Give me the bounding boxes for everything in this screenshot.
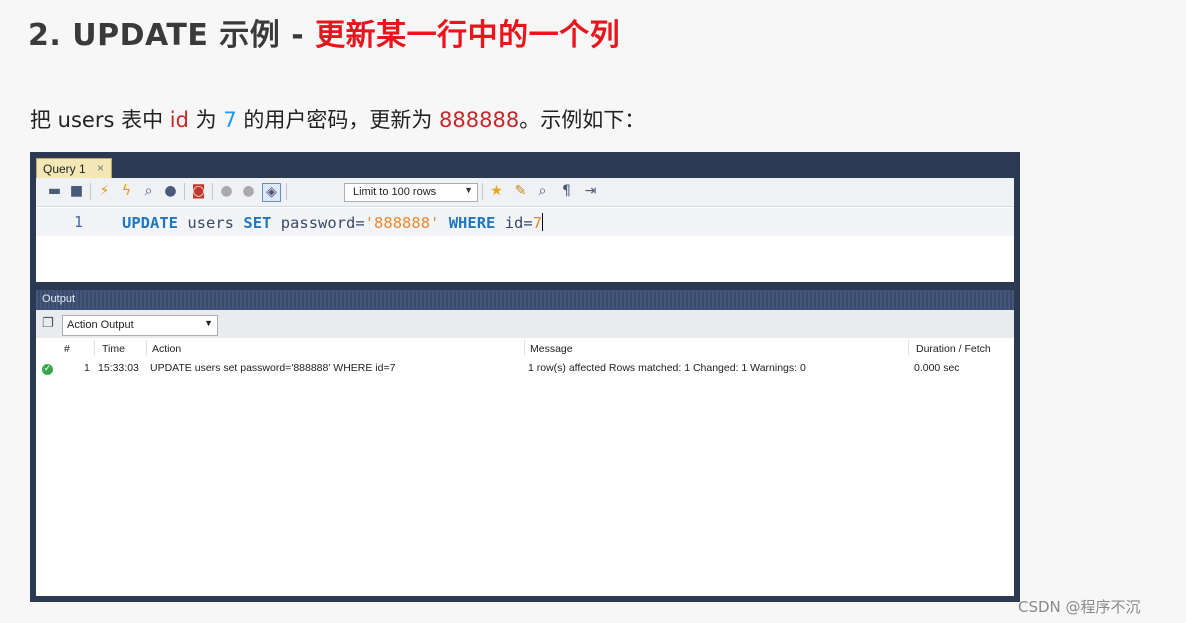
column-divider	[94, 340, 95, 356]
string-literal: '888888'	[364, 214, 440, 232]
stop-icon[interactable]: ●	[162, 183, 179, 200]
condition-value: 7	[532, 214, 543, 232]
beautify-icon[interactable]: ✎	[512, 183, 529, 200]
chevron-down-icon: ▼	[464, 185, 473, 195]
output-type-value: Action Output	[67, 319, 134, 331]
open-folder-icon[interactable]: ▬	[46, 183, 63, 200]
limit-rows-value: Limit to 100 rows	[353, 186, 437, 198]
heading-prefix: 2. UPDATE 示例 -	[28, 18, 316, 53]
column-header-time[interactable]: Time	[102, 343, 125, 355]
toolbar-separator	[90, 183, 91, 200]
copy-icon[interactable]: ❐	[42, 316, 54, 331]
row-duration: 0.000 sec	[914, 362, 960, 374]
execute-current-icon[interactable]: ϟ	[118, 183, 135, 200]
column-assign: password=	[280, 214, 365, 232]
row-time: 15:33:03	[98, 362, 139, 374]
execute-icon[interactable]: ⚡	[96, 183, 113, 200]
query-tab[interactable]: Query 1 ×	[36, 158, 112, 179]
success-check-icon: ✓	[42, 364, 53, 375]
condition: id=	[504, 214, 533, 232]
find-icon[interactable]: ⌕	[534, 183, 551, 200]
invisible-chars-icon[interactable]: ¶	[558, 183, 575, 200]
favorite-icon[interactable]: ★	[488, 183, 505, 200]
watermark: CSDN @程序不沉	[1018, 598, 1141, 616]
toolbar-separator	[482, 183, 483, 200]
wrap-lines-icon[interactable]: ⇥	[582, 183, 599, 200]
toggle-error-icon[interactable]: ◙	[190, 183, 207, 200]
close-icon[interactable]: ×	[97, 161, 104, 175]
row-num: 1	[84, 362, 90, 374]
intro-part3: 的用户密码，更新为	[236, 108, 440, 132]
column-header-duration[interactable]: Duration / Fetch	[916, 343, 991, 355]
line-number: 1	[74, 213, 84, 231]
sql-statement[interactable]: UPDATE users SET password='888888' WHERE…	[122, 213, 544, 232]
commit-icon[interactable]: ●	[218, 183, 235, 200]
column-divider	[524, 340, 525, 356]
intro-id-value: 7	[223, 108, 237, 132]
keyword-set: SET	[243, 214, 272, 232]
column-header-message[interactable]: Message	[530, 343, 573, 355]
editor-toolbar: ▬ ■ ⚡ ϟ ⌕ ● ◙ ● ● ◈ Limit to 100 rows ▼ …	[36, 178, 1014, 207]
output-type-select[interactable]: Action Output ▼	[62, 315, 218, 336]
rollback-icon[interactable]: ●	[240, 183, 257, 200]
keyword-where: WHERE	[448, 214, 496, 232]
output-panel: ❐ Action Output ▼ # Time Action Message …	[36, 310, 1014, 596]
limit-rows-select[interactable]: Limit to 100 rows ▼	[344, 183, 478, 202]
workbench-window: Query 1 × ▬ ■ ⚡ ϟ ⌕ ● ◙ ● ● ◈ Limit to 1…	[30, 152, 1020, 602]
toolbar-separator	[286, 183, 287, 200]
table-name: users	[187, 214, 235, 232]
section-heading: 2. UPDATE 示例 - 更新某一行中的一个列	[28, 10, 620, 54]
explain-icon[interactable]: ⌕	[140, 183, 157, 200]
chevron-down-icon: ▼	[204, 318, 213, 328]
intro-new-value: 888888	[439, 108, 520, 132]
intro-part4: 。示例如下：	[519, 108, 646, 132]
toolbar-separator	[184, 183, 185, 200]
row-action: UPDATE users set password='888888' WHERE…	[150, 362, 396, 374]
output-panel-header: Output	[36, 290, 1014, 310]
intro-id-word: id	[169, 108, 189, 132]
sql-editor[interactable]: ▬ ■ ⚡ ϟ ⌕ ● ◙ ● ● ◈ Limit to 100 rows ▼ …	[36, 178, 1014, 282]
column-divider	[908, 340, 909, 356]
toolbar-separator	[212, 183, 213, 200]
autocommit-icon[interactable]: ◈	[262, 183, 281, 202]
output-title: Output	[42, 293, 76, 305]
keyword-update: UPDATE	[122, 214, 178, 232]
column-divider	[146, 340, 147, 356]
output-toolbar: ❐ Action Output ▼	[36, 310, 1014, 338]
query-tab-label: Query 1	[43, 162, 86, 176]
intro-text: 把 users 表中 id 为 7 的用户密码，更新为 888888。示例如下：	[30, 104, 645, 134]
column-header-num[interactable]: #	[64, 343, 70, 355]
row-message: 1 row(s) affected Rows matched: 1 Change…	[528, 362, 806, 374]
column-header-action[interactable]: Action	[152, 343, 181, 355]
intro-part2: 为	[188, 108, 224, 132]
text-caret	[542, 213, 544, 231]
intro-part1: 把 users 表中	[30, 108, 170, 132]
save-icon[interactable]: ■	[68, 183, 85, 200]
heading-highlight: 更新某一行中的一个列	[315, 18, 621, 53]
